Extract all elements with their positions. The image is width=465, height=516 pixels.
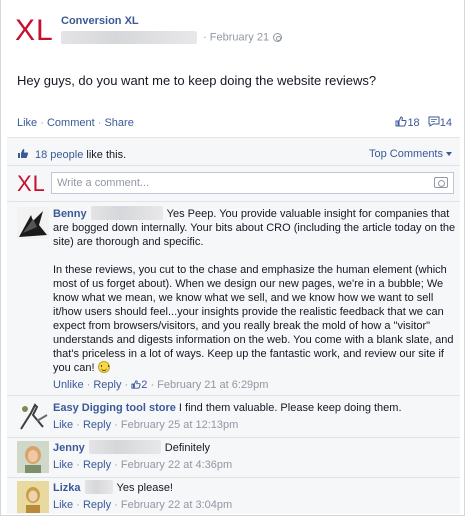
comment-text: Yes please!: [116, 482, 173, 494]
post-actions: Like · Comment · Share: [17, 117, 134, 129]
comment-text: I find them valuable. Please keep doing …: [178, 402, 402, 414]
chevron-down-icon: [446, 152, 452, 157]
redacted-text: [84, 480, 113, 495]
globe-icon: [273, 33, 283, 42]
comment-timestamp[interactable]: February 25 at 12:13pm: [121, 419, 238, 431]
likes-people-link[interactable]: 18 people: [35, 149, 83, 161]
divider: [7, 165, 460, 166]
comment-composer: [51, 172, 454, 194]
comment-body: Easy Digging tool store I find them valu…: [53, 401, 457, 432]
likes-suffix: like this.: [83, 148, 127, 161]
comment-icon: [428, 116, 440, 130]
redacted-text: [90, 206, 163, 221]
comment-timestamp[interactable]: February 21 at 6:29pm: [157, 379, 268, 391]
comment-meta: Unlike · Reply · 2 · February 21 at 6:29…: [53, 379, 269, 391]
reply-button[interactable]: Reply: [93, 379, 121, 391]
divider: [7, 395, 460, 396]
post-text: Hey guys, do you want me to keep doing t…: [17, 73, 377, 88]
post-header: XL Conversion XL · February 21: [1, 0, 465, 58]
avatar[interactable]: [17, 441, 49, 473]
comment-author-link[interactable]: Easy Digging tool store: [53, 402, 176, 414]
thumbs-up-icon: [17, 148, 29, 162]
comments-section: 18 people like this. Top Comments XL Ben…: [7, 137, 460, 514]
comment-meta: Like · Reply · February 22 at 3:04pm: [53, 499, 233, 511]
comment-author-link[interactable]: Jenny: [53, 442, 85, 454]
facebook-post: XL Conversion XL · February 21 Hey guys,…: [0, 0, 465, 516]
comment-author-link[interactable]: Lizka: [53, 482, 81, 494]
avatar[interactable]: [17, 401, 49, 433]
reply-button[interactable]: Reply: [83, 499, 111, 511]
divider: [7, 437, 460, 438]
thumbs-up-icon: [131, 379, 141, 391]
redacted-text: [88, 440, 161, 455]
comment-body: Lizka Yes please! Like · Reply · February…: [53, 480, 457, 512]
comment-sort-dropdown[interactable]: Top Comments: [369, 148, 452, 160]
comment-meta: Like · Reply · February 25 at 12:13pm: [53, 419, 239, 431]
reply-button[interactable]: Reply: [83, 459, 111, 471]
divider: [7, 201, 460, 202]
comment-count-link[interactable]: 14: [440, 117, 452, 129]
page-avatar-logo[interactable]: XL: [15, 14, 54, 48]
post-counters: 18 14: [395, 116, 452, 130]
post-date-link[interactable]: February 21: [210, 31, 269, 43]
redacted-text: [61, 31, 197, 44]
unlike-button[interactable]: Unlike: [53, 379, 84, 391]
comment-input[interactable]: [52, 173, 422, 193]
divider: [7, 477, 460, 478]
camera-icon[interactable]: [434, 177, 448, 188]
like-button[interactable]: Like: [17, 117, 37, 129]
comment-body: Jenny Definitely Like · Reply · February …: [53, 440, 457, 472]
thumbs-up-icon: [395, 116, 407, 130]
comment-text: Definitely: [164, 442, 211, 454]
reply-button[interactable]: Reply: [83, 419, 111, 431]
like-button[interactable]: Like: [53, 419, 73, 431]
share-button[interactable]: Share: [104, 117, 133, 129]
comment-like-count[interactable]: 2: [141, 379, 147, 391]
comment-button[interactable]: Comment: [47, 117, 95, 129]
page-name-link[interactable]: Conversion XL: [61, 15, 139, 27]
likes-summary: 18 people like this.: [17, 148, 126, 162]
avatar[interactable]: [17, 481, 49, 513]
like-button[interactable]: Like: [53, 459, 73, 471]
post-meta: · February 21: [61, 31, 283, 44]
like-button[interactable]: Like: [53, 499, 73, 511]
like-count-link[interactable]: 18: [407, 117, 419, 129]
comment-sort-label: Top Comments: [369, 148, 443, 160]
composer-avatar-logo: XL: [17, 171, 46, 196]
comment-timestamp[interactable]: February 22 at 4:36pm: [121, 459, 232, 471]
comment-author-link[interactable]: Benny: [53, 208, 87, 220]
comment-text: In these reviews, you cut to the chase a…: [53, 264, 454, 374]
avatar[interactable]: [17, 207, 49, 239]
smiley-emoji-icon: [97, 361, 110, 373]
comment-body: Benny Yes Peep. You provide valuable insi…: [53, 206, 457, 392]
comment-meta: Like · Reply · February 22 at 4:36pm: [53, 459, 233, 471]
comment-timestamp[interactable]: February 22 at 3:04pm: [121, 499, 232, 511]
